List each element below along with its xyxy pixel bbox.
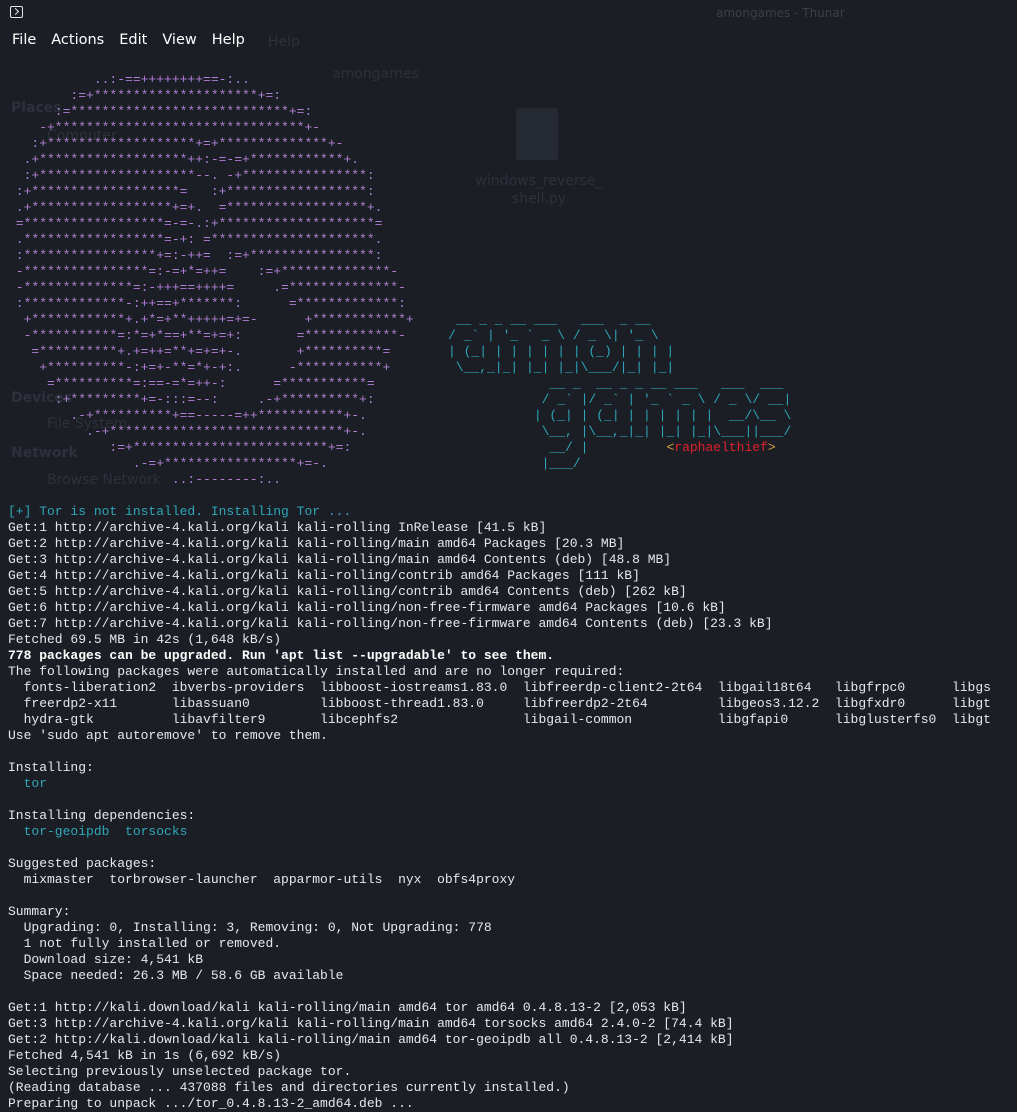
background-window-title: amongames - Thunar: [716, 6, 845, 20]
banner-line: :+*******************+=+**************+-: [8, 136, 344, 151]
selecting-line: Selecting previously unselected package …: [8, 1064, 352, 1079]
logo-art: __ _ _ __ ___ ___ _ __ / _` | '_ ` _ \ / …: [448, 312, 791, 472]
apt-get-line: Get:1 http://archive-4.kali.org/kali kal…: [8, 520, 547, 535]
fetched-line: Fetched 69.5 MB in 42s (1,648 kB/s): [8, 632, 282, 647]
tor-notice: [+] Tor is not installed. Installing Tor…: [8, 504, 352, 519]
logo-line: __/ |: [448, 440, 589, 455]
banner-line: ..:-==++++++++==-:..: [8, 72, 250, 87]
summary-label: Summary:: [8, 904, 71, 919]
auto-installed-row: hydra-gtk libavfilter9 libcephfs2 libgai…: [8, 712, 991, 727]
menu-edit[interactable]: Edit: [111, 32, 152, 48]
terminal-output: [+] Tor is not installed. Installing Tor…: [8, 504, 1017, 1112]
summary-line: 1 not fully installed or removed.: [8, 936, 282, 951]
logo-line: __ _ _ __ ___ ___ _ __: [448, 312, 651, 327]
banner-line: .******************=-+: =***************…: [8, 232, 383, 247]
preparing-line: Preparing to unpack .../tor_0.4.8.13-2_a…: [8, 1096, 414, 1111]
summary-line: Space needed: 26.3 MB / 58.6 GB availabl…: [8, 968, 344, 983]
apt-get-line: Get:2 http://archive-4.kali.org/kali kal…: [8, 536, 625, 551]
logo-line: \__, |\__,_|_| |_| |_|\___||___/: [448, 424, 792, 439]
python-file-icon: [516, 108, 558, 160]
banner-line: :=+*************************+=:: [8, 440, 352, 455]
banner-line: .+******************+=+. =**************…: [8, 200, 383, 215]
banner-line: .-+**********+==-----=++***********+-.: [8, 408, 367, 423]
suggested-packages: mixmaster torbrowser-launcher apparmor-u…: [8, 872, 516, 887]
installing-packages: tor: [8, 776, 48, 791]
terminal-icon: [10, 6, 23, 18]
menu-help[interactable]: Help: [204, 32, 250, 48]
banner-line: .+*******************++:-=-=+***********…: [8, 152, 360, 167]
fetched-line: Fetched 4,541 kB in 1s (6,692 kB/s): [8, 1048, 282, 1063]
logo-line: | (_| | (_| | | | | | | __/\__ \: [448, 408, 792, 423]
banner-line: -****************=:-=+*=++= :=+*********…: [8, 264, 399, 279]
apt-get-line: Get:1 http://kali.download/kali kali-rol…: [8, 1000, 687, 1015]
background-help-menu: Help: [268, 34, 300, 50]
apt-get-line: Get:6 http://archive-4.kali.org/kali kal…: [8, 600, 726, 615]
menu-bar: File Actions Edit View Help: [0, 26, 1017, 54]
banner-line: +**********-:+=+-**=*+-+:. -***********+: [8, 360, 391, 375]
banner-line: :+********************--. -+************…: [8, 168, 375, 183]
auto-installed-row: fonts-liberation2 ibverbs-providers libb…: [8, 680, 991, 695]
banner-line: :*****************+=:-++= :=+***********…: [8, 248, 383, 263]
banner-line: .-=+*****************+=-.: [8, 456, 328, 471]
apt-get-line: Get:5 http://archive-4.kali.org/kali kal…: [8, 584, 687, 599]
banner-line: :+*******************= :+***************…: [8, 184, 375, 199]
autoremove-hint: Use 'sudo apt autoremove' to remove them…: [8, 728, 328, 743]
banner-line: +************+.+*=+**+++++=+=- +********…: [8, 312, 414, 327]
logo-line: __ _ __ _ _ __ ___ ___ ___: [448, 376, 784, 391]
suggested-label: Suggested packages:: [8, 856, 157, 871]
menu-file[interactable]: File: [0, 32, 41, 48]
title-bar: amongames - Thunar: [0, 0, 1017, 26]
banner-line: -**************=:-+++==++++= .=*********…: [8, 280, 406, 295]
summary-line: Upgrading: 0, Installing: 3, Removing: 0…: [8, 920, 492, 935]
logo-line: / _` |/ _` | '_ ` _ \ / _ \/ __|: [448, 392, 792, 407]
banner-line: :=****************************+=:: [8, 104, 313, 119]
author-bracket-close: >: [767, 440, 776, 455]
banner-line: =**********=:==-=*=++-: =***********=: [8, 376, 375, 391]
auto-installed-header: The following packages were automaticall…: [8, 664, 625, 679]
logo-line: |___/: [448, 456, 581, 471]
author-name: raphaelthief: [674, 440, 768, 455]
upgrade-notice: 778 packages can be upgraded. Run 'apt l…: [8, 648, 555, 663]
banner-line: =**********+.+=++=**+=+=+-. +**********=: [8, 344, 391, 359]
banner-line: :+*********+=-:::=--: .-+**********+:: [8, 392, 375, 407]
installing-label: Installing:: [8, 760, 94, 775]
logo-line: \__,_|_| |_| |_|\___/|_| |_|: [448, 360, 675, 375]
logo-line: / _` | '_ ` _ \ / _ \| '_ \: [448, 328, 659, 343]
banner-line: :*************-:++==+*******: =*********…: [8, 296, 406, 311]
banner-line: ..:--------:..: [8, 472, 282, 487]
banner-line: =******************=-=-.:+**************…: [8, 216, 383, 231]
background-file-name: windows_reverse_shell.py: [475, 173, 603, 207]
menu-view[interactable]: View: [154, 32, 201, 48]
banner-line: :=+*********************+=:: [8, 88, 282, 103]
logo-line: | (_| | | | | | | (_) | | | |: [448, 344, 675, 359]
banner-line: -+********************************+-: [8, 120, 321, 135]
apt-get-line: Get:2 http://kali.download/kali kali-rol…: [8, 1032, 734, 1047]
banner-line: -***********=:*=+*==+**=+=+: =**********…: [8, 328, 406, 343]
apt-get-line: Get:7 http://archive-4.kali.org/kali kal…: [8, 616, 773, 631]
apt-get-line: Get:3 http://archive-4.kali.org/kali kal…: [8, 1016, 734, 1031]
dependency-packages: tor-geoipdb torsocks: [8, 824, 188, 839]
banner-line: .-+******************************+-.: [8, 424, 367, 439]
reading-database-line: (Reading database ... 437088 files and d…: [8, 1080, 570, 1095]
menu-actions[interactable]: Actions: [43, 32, 109, 48]
dependencies-label: Installing dependencies:: [8, 808, 196, 823]
apt-get-line: Get:4 http://archive-4.kali.org/kali kal…: [8, 568, 640, 583]
apt-get-line: Get:3 http://archive-4.kali.org/kali kal…: [8, 552, 672, 567]
auto-installed-row: freerdp2-x11 libassuan0 libboost-thread1…: [8, 696, 991, 711]
summary-line: Download size: 4,541 kB: [8, 952, 204, 967]
banner-art: ..:-==++++++++==-:.. :=+****************…: [8, 72, 414, 488]
